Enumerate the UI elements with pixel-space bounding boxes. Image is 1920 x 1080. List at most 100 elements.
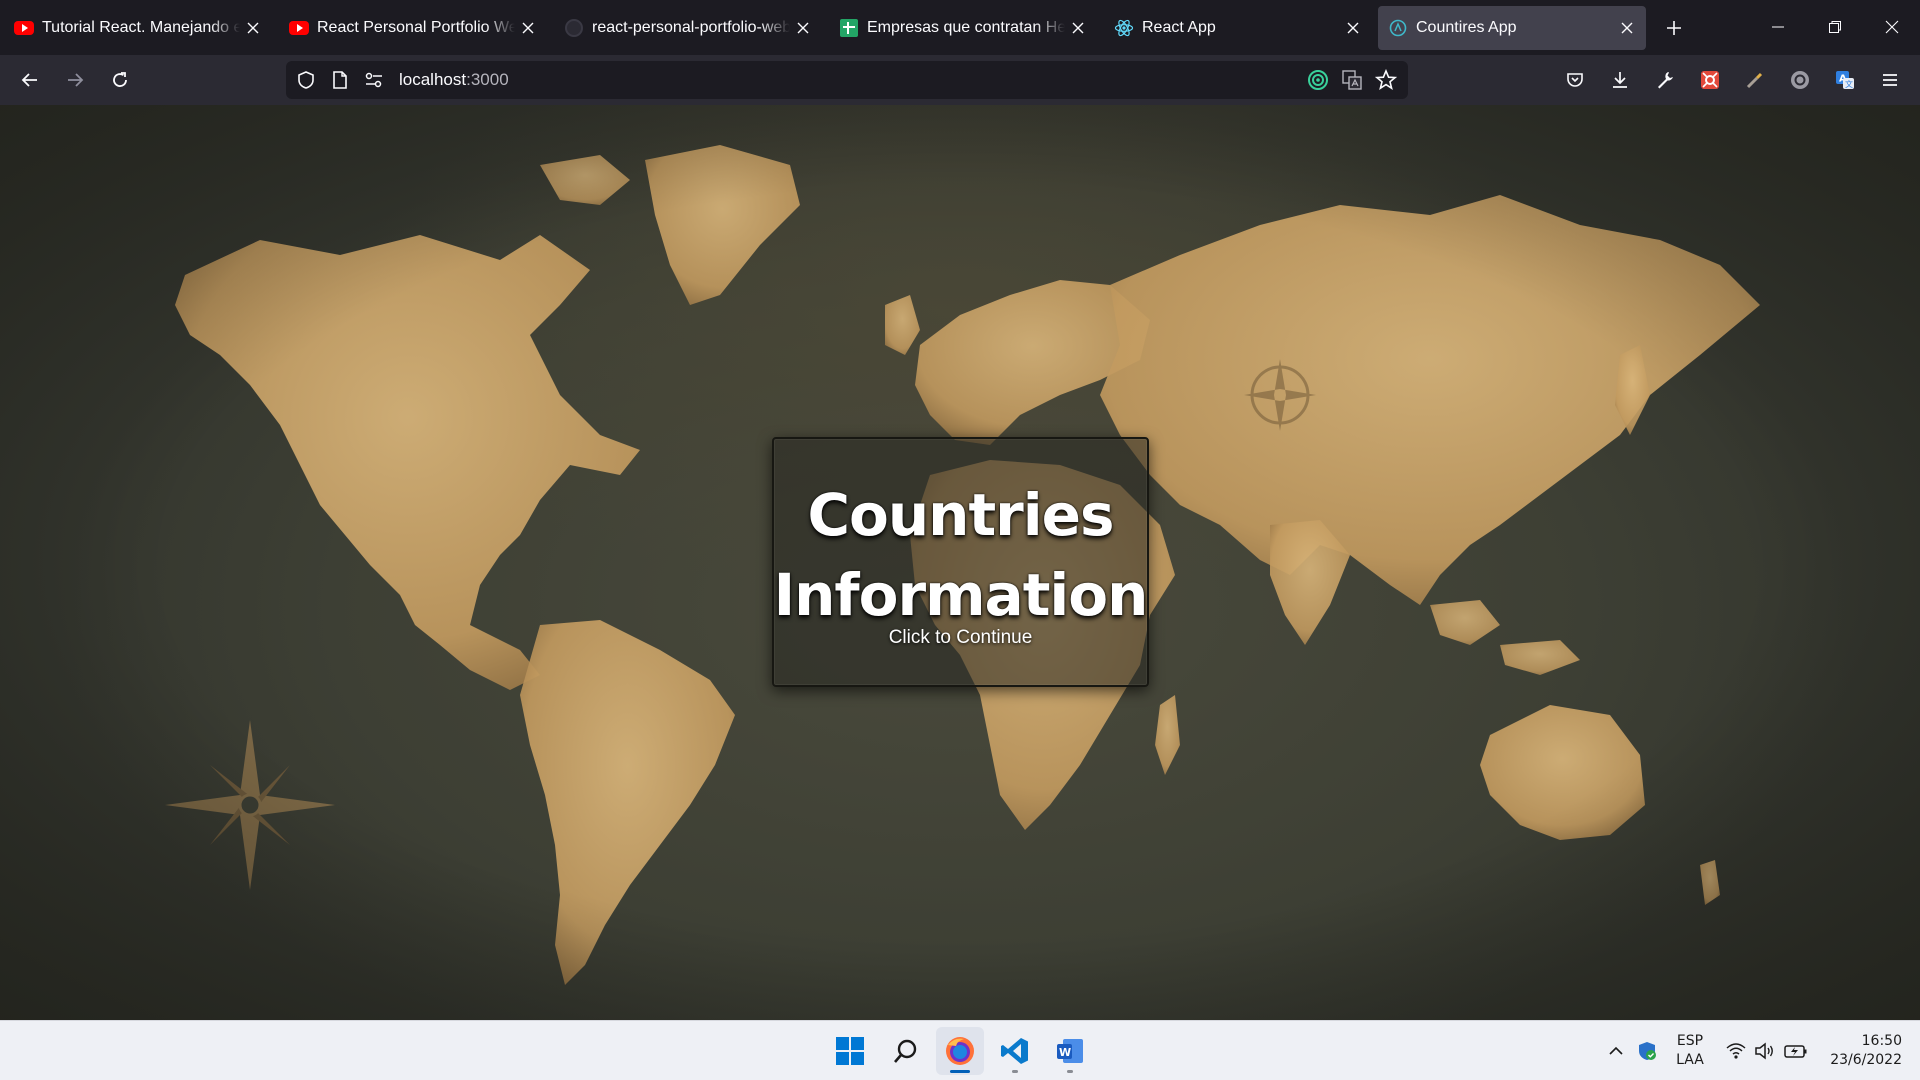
tab-title: React App	[1142, 19, 1216, 36]
minimize-button[interactable]	[1755, 8, 1801, 46]
click-to-continue-label[interactable]: Click to Continue	[889, 627, 1033, 649]
wifi-icon	[1726, 1043, 1746, 1059]
tab-github-repo[interactable]: react-personal-portfolio-webs	[554, 6, 822, 50]
translate-icon[interactable]	[1341, 69, 1363, 96]
active-indicator	[950, 1070, 970, 1073]
language-code: ESP	[1676, 1033, 1704, 1049]
tray-overflow-button[interactable]	[1604, 1039, 1628, 1063]
address-bar[interactable]: localhost:3000	[286, 61, 1408, 99]
tab-title: Tutorial React. Manejando el e	[42, 19, 240, 36]
extension-red-icon	[1701, 71, 1719, 89]
permissions-icon[interactable]	[364, 71, 384, 94]
tab-title: react-personal-portfolio-webs	[592, 19, 790, 36]
pocket-button[interactable]	[1557, 62, 1593, 98]
tab-react-app[interactable]: React App	[1104, 6, 1372, 50]
taskbar-word[interactable]: W	[1046, 1027, 1094, 1075]
landing-card[interactable]: Countries Information Click to Continue	[772, 437, 1149, 687]
tab-react-portfolio[interactable]: React Personal Portfolio Websi	[279, 6, 547, 50]
reload-icon	[113, 72, 127, 87]
url-host: localhost	[399, 70, 467, 89]
close-tab-icon[interactable]	[519, 19, 537, 37]
youtube-icon	[14, 18, 34, 38]
reload-button[interactable]	[102, 62, 138, 98]
arrow-right-icon	[68, 73, 84, 87]
close-tab-icon[interactable]	[244, 19, 262, 37]
plus-icon	[1667, 21, 1681, 35]
tab-title: Countires App	[1416, 19, 1517, 36]
pocket-icon	[1567, 73, 1583, 87]
close-icon	[1885, 20, 1899, 34]
svg-text:W: W	[1059, 1046, 1071, 1059]
arrow-left-icon	[21, 73, 37, 87]
tab-title: Empresas que contratan Henry	[867, 19, 1065, 36]
vscode-icon	[1001, 1038, 1028, 1064]
windows-security-icon	[1639, 1042, 1656, 1060]
taskbar: W ESP LAA 16:50 23/6/2022	[0, 1020, 1920, 1080]
tab-countires-app[interactable]: Countires App	[1378, 6, 1646, 50]
tray-wifi[interactable]	[1724, 1039, 1748, 1063]
firefox-icon	[946, 1037, 974, 1065]
eyedropper-icon	[1746, 72, 1763, 89]
new-tab-button[interactable]	[1656, 10, 1692, 46]
tray-battery[interactable]	[1784, 1039, 1808, 1063]
running-indicator	[1012, 1070, 1018, 1073]
running-indicator	[1067, 1070, 1073, 1073]
back-button[interactable]	[12, 62, 48, 98]
download-icon	[1613, 72, 1627, 88]
downloads-button[interactable]	[1602, 62, 1638, 98]
youtube-icon	[289, 18, 309, 38]
speaker-icon	[1755, 1042, 1773, 1060]
close-window-button[interactable]	[1869, 8, 1915, 46]
chevron-up-icon	[1609, 1046, 1623, 1055]
language-indicator[interactable]: ESP LAA	[1668, 1032, 1712, 1070]
forward-button[interactable]	[57, 62, 93, 98]
extension-red-button[interactable]	[1692, 62, 1728, 98]
tray-security[interactable]	[1635, 1039, 1659, 1063]
minimize-icon	[1772, 26, 1784, 28]
start-icon	[836, 1037, 864, 1065]
tab-empresas[interactable]: Empresas que contratan Henry	[829, 6, 1097, 50]
app-favicon-icon	[1388, 18, 1408, 38]
github-icon	[564, 18, 584, 38]
search-icon	[894, 1039, 917, 1063]
restore-button[interactable]	[1812, 8, 1858, 46]
svg-text:文: 文	[1845, 79, 1853, 89]
close-tab-icon[interactable]	[1344, 19, 1362, 37]
page-icon[interactable]	[331, 70, 349, 95]
taskbar-firefox[interactable]	[936, 1027, 984, 1075]
shield-icon[interactable]	[296, 70, 316, 95]
start-button[interactable]	[826, 1027, 874, 1075]
tab-strip: Tutorial React. Manejando el e React Per…	[0, 0, 1920, 55]
close-tab-icon[interactable]	[1618, 19, 1636, 37]
url-text[interactable]: localhost:3000	[399, 70, 509, 90]
keyboard-layout: LAA	[1676, 1052, 1704, 1068]
tray-volume[interactable]	[1753, 1039, 1777, 1063]
wrench-icon	[1658, 72, 1673, 89]
restore-icon	[1829, 21, 1841, 33]
navigation-toolbar: localhost:3000 A文	[0, 55, 1920, 105]
taskbar-vscode[interactable]	[991, 1027, 1039, 1075]
extension-target-icon[interactable]	[1307, 69, 1329, 96]
extension-gray-icon	[1791, 71, 1809, 89]
word-icon: W	[1057, 1039, 1083, 1063]
hamburger-menu-icon	[1883, 74, 1897, 86]
tab-title: React Personal Portfolio Websi	[317, 19, 515, 36]
landing-title-line2: Information	[773, 561, 1149, 629]
clock-time: 16:50	[1861, 1033, 1902, 1049]
clock-date: 23/6/2022	[1830, 1052, 1902, 1068]
bookmark-star-icon[interactable]	[1374, 68, 1398, 96]
extension-gray-button[interactable]	[1782, 62, 1818, 98]
app-menu-button[interactable]	[1872, 62, 1908, 98]
tab-tutorial-react[interactable]: Tutorial React. Manejando el e	[4, 6, 272, 50]
translator-button[interactable]: A文	[1827, 62, 1863, 98]
landing-title-line1: Countries	[807, 481, 1114, 549]
url-port: :3000	[466, 70, 509, 89]
close-tab-icon[interactable]	[794, 19, 812, 37]
taskbar-search-button[interactable]	[882, 1027, 930, 1075]
clock[interactable]: 16:50 23/6/2022	[1818, 1032, 1902, 1070]
landing-page: Countries Information Click to Continue	[0, 105, 1920, 1020]
translator-icon: A文	[1836, 71, 1854, 89]
color-picker-button[interactable]	[1737, 62, 1773, 98]
close-tab-icon[interactable]	[1069, 19, 1087, 37]
devtools-button[interactable]	[1647, 62, 1683, 98]
